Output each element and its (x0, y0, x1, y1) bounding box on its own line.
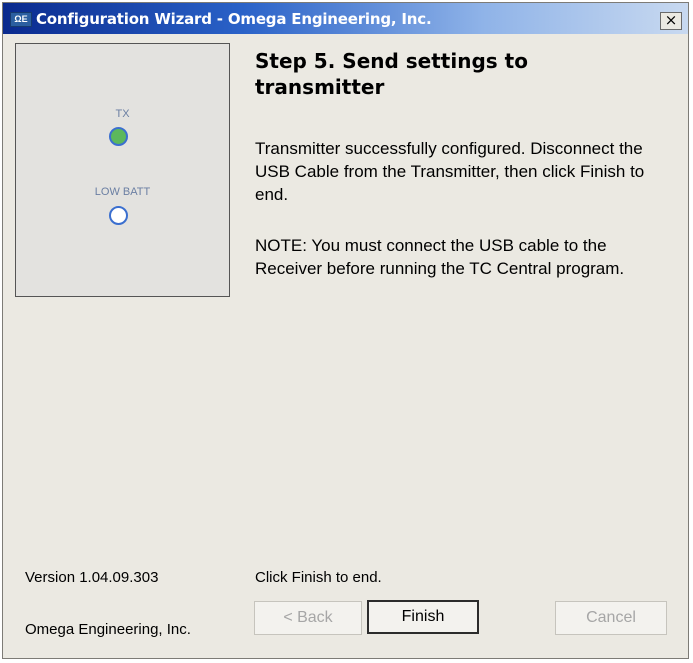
title-bar[interactable]: ΩE Configuration Wizard - Omega Engineer… (3, 3, 688, 34)
finish-button[interactable]: Finish (367, 600, 479, 634)
status-led-panel: TX LOW BATT (15, 43, 230, 297)
version-text: Version 1.04.09.303 (25, 569, 159, 586)
close-button[interactable]: × (660, 12, 682, 30)
finish-hint: Click Finish to end. (255, 569, 382, 586)
step-title: Step 5. Send settings to transmitter (255, 49, 528, 99)
window-title: Configuration Wizard - Omega Engineering… (36, 10, 432, 28)
omega-logo-icon: ΩE (10, 12, 32, 27)
status-message: Transmitter successfully configured. Dis… (255, 139, 645, 204)
cancel-button[interactable]: Cancel (555, 601, 667, 635)
back-button[interactable]: < Back (254, 601, 362, 635)
usb-note: NOTE: You must connect the USB cable to … (255, 236, 625, 278)
low-batt-led-indicator (109, 206, 128, 225)
tx-label: TX (115, 108, 130, 120)
low-batt-label: LOW BATT (94, 186, 151, 198)
tx-led-indicator (109, 127, 128, 146)
wizard-window: ΩE Configuration Wizard - Omega Engineer… (2, 2, 689, 659)
company-name: Omega Engineering, Inc. (25, 621, 191, 638)
